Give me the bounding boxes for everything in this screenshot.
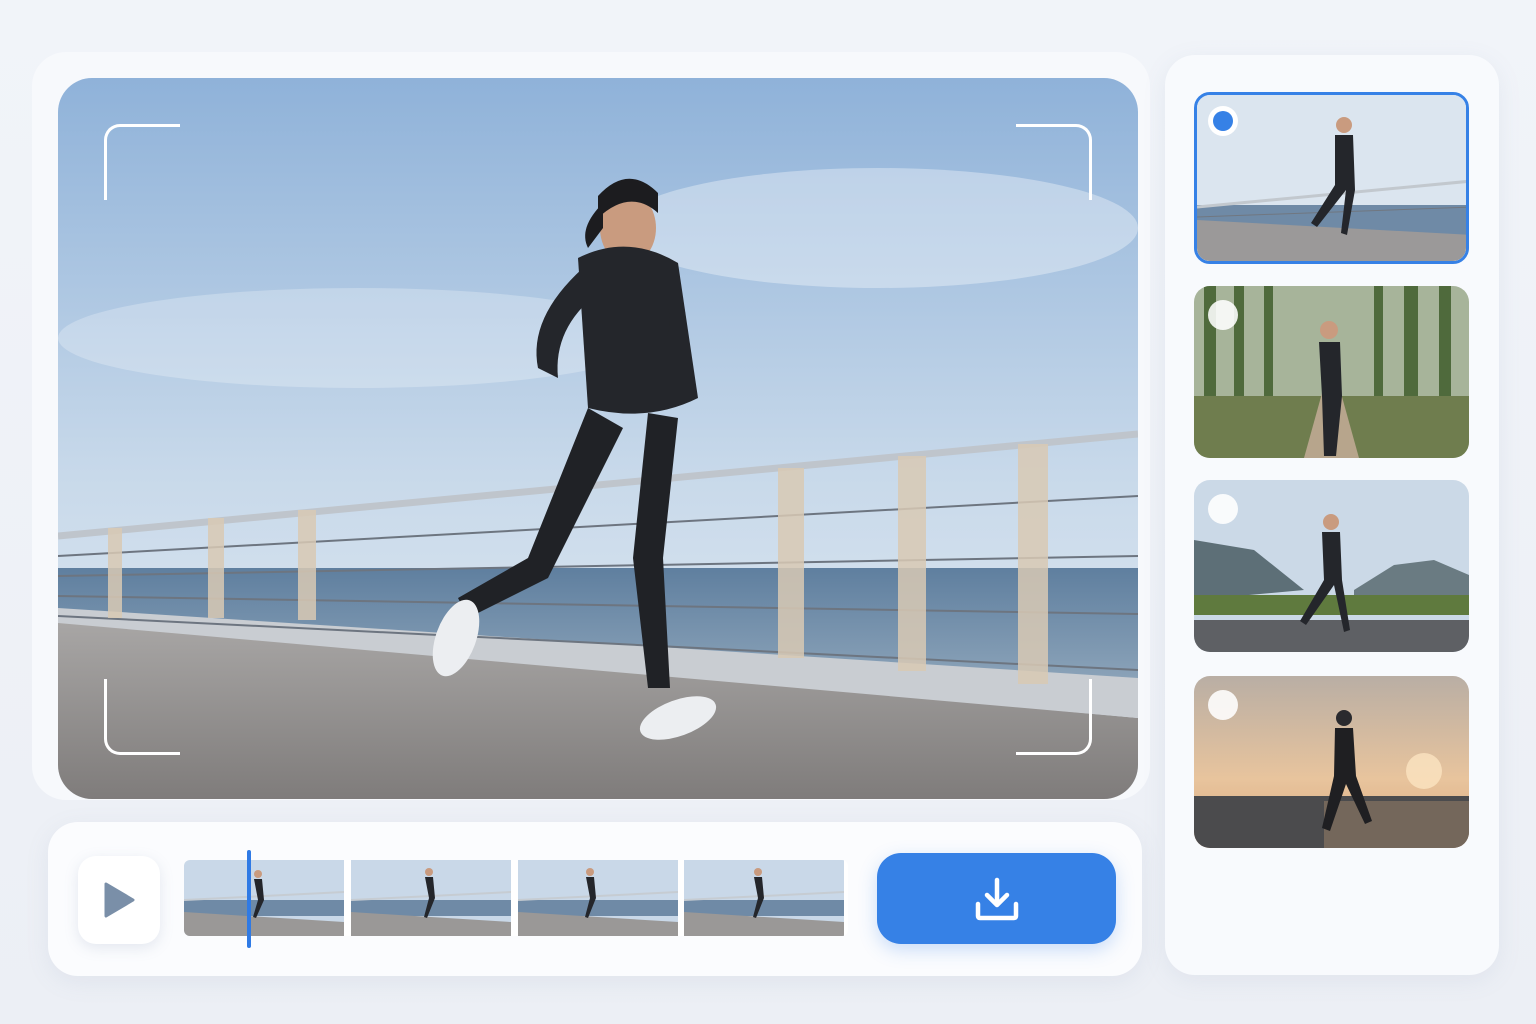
frame-corner-top-right xyxy=(1016,124,1092,200)
variant-radio[interactable] xyxy=(1208,494,1238,524)
play-button[interactable] xyxy=(78,856,160,944)
focus-box xyxy=(545,361,701,497)
timeline-frame[interactable] xyxy=(350,860,515,936)
play-icon xyxy=(104,882,135,918)
download-button[interactable] xyxy=(877,853,1116,944)
timeline-strip[interactable] xyxy=(184,860,848,936)
variant-sunset[interactable] xyxy=(1194,676,1469,848)
frame-corner-top-left xyxy=(104,124,180,200)
download-icon xyxy=(975,877,1018,920)
timeline-frame[interactable] xyxy=(184,860,348,936)
playhead[interactable] xyxy=(247,850,251,948)
variant-radio[interactable] xyxy=(1208,300,1238,330)
variant-seaside[interactable] xyxy=(1194,92,1469,264)
timeline-frame[interactable] xyxy=(517,860,682,936)
video-preview[interactable] xyxy=(58,78,1138,799)
frame-corner-bottom-left xyxy=(104,679,180,755)
variant-mountain[interactable] xyxy=(1194,480,1469,652)
variant-radio[interactable] xyxy=(1208,690,1238,720)
timeline-frame[interactable] xyxy=(684,860,848,936)
frame-corner-bottom-right xyxy=(1016,679,1092,755)
variant-forest[interactable] xyxy=(1194,286,1469,458)
variant-radio[interactable] xyxy=(1208,106,1238,136)
